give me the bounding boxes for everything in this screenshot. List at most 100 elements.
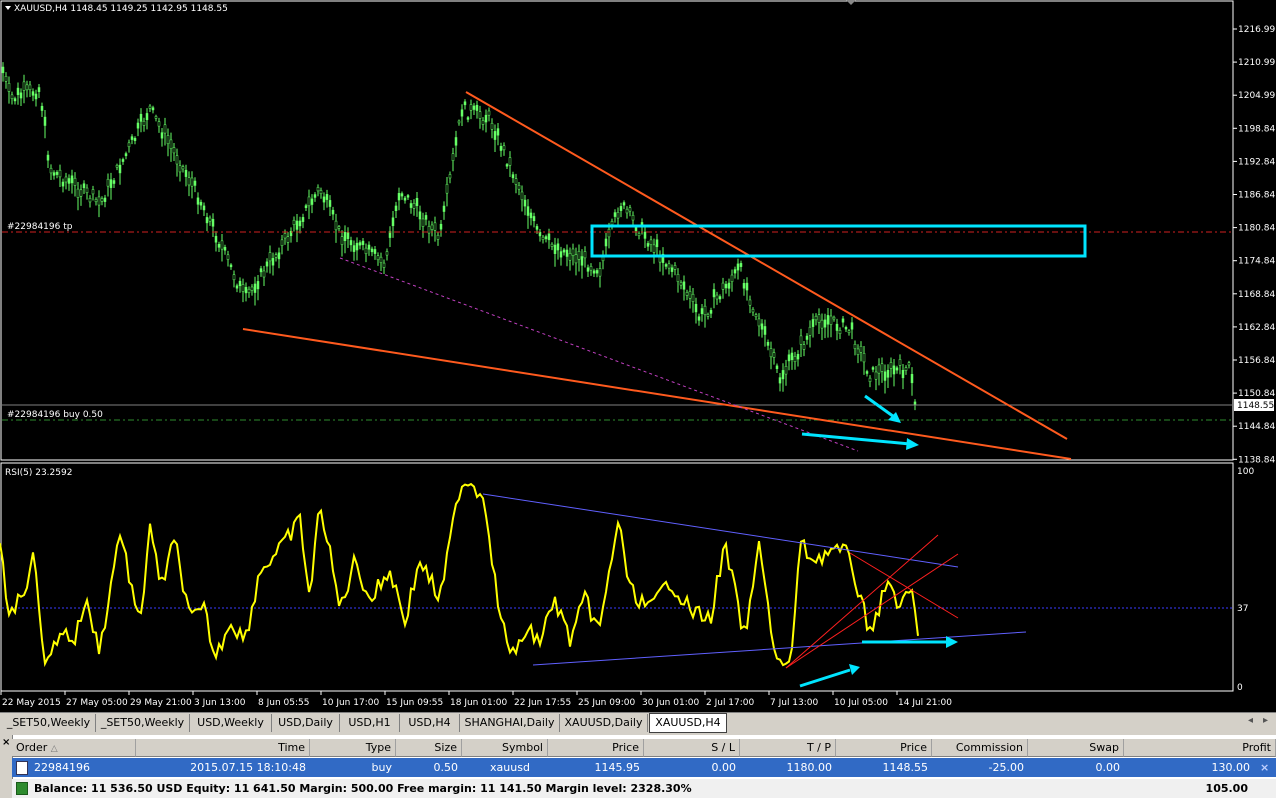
candlesticks <box>1 62 917 411</box>
price-tick-label: 1150.84 <box>1238 389 1275 399</box>
chart-window[interactable]: XAUUSD,H4 1148.45 1149.25 1142.95 1148.5… <box>0 0 1276 712</box>
col-order-label: Order <box>16 741 48 754</box>
lower-trendline[interactable] <box>242 328 1072 460</box>
time-tick-label: 7 Jul 13:00 <box>770 698 819 708</box>
time-tick-label: 15 Jun 09:55 <box>386 698 443 708</box>
price-tick-label: 1180.84 <box>1238 224 1275 234</box>
time-tick-label: 14 Jul 21:00 <box>898 698 952 708</box>
cell-profit: 130.00 <box>1211 761 1251 774</box>
cell-time: 2015.07.15 18:10:48 <box>190 761 306 774</box>
time-tick-label: 10 Jun 17:00 <box>322 698 379 708</box>
balance-icon <box>16 782 28 795</box>
col-profit[interactable]: Profit <box>1124 739 1276 757</box>
close-icon[interactable]: × <box>2 737 10 748</box>
cell-type: buy <box>371 761 392 774</box>
rsi-upper-trendline[interactable] <box>482 493 959 568</box>
price-tick-label: 1198.84 <box>1238 124 1275 134</box>
time-tick-label: 10 Jul 05:00 <box>834 698 888 708</box>
tab-shanghai-daily[interactable]: SHANGHAI,Daily <box>460 714 560 732</box>
rsi-panel-border <box>0 462 1234 692</box>
rsi-label: RSI(5) 23.2592 <box>5 468 72 478</box>
col-swap[interactable]: Swap <box>1028 739 1124 757</box>
chart-tabs: _SET50,Weekly _SET50,Weekly USD,Weekly U… <box>0 712 1276 733</box>
cell-swap: 0.00 <box>1095 761 1121 774</box>
symbol-menu-icon[interactable] <box>5 6 11 10</box>
arrow-down-icon <box>864 394 901 423</box>
col-price[interactable]: Price <box>548 739 644 757</box>
time-tick-label: 3 Jun 13:00 <box>194 698 246 708</box>
arrow-right-icon <box>801 432 919 450</box>
rsi-line <box>0 482 919 668</box>
col-time[interactable]: Time <box>136 739 310 757</box>
tab-usd-daily[interactable]: USD,Daily <box>272 714 340 732</box>
tp-label: #22984196 tp <box>7 222 73 232</box>
time-axis: 22 May 2015 27 May 05:00 29 May 21:00 3 Jun… <box>0 691 952 708</box>
tab-set50-weekly-2[interactable]: _SET50,Weekly <box>96 714 190 732</box>
col-tp[interactable]: T / P <box>740 739 836 757</box>
sort-icon: △ <box>50 744 58 754</box>
rsi-arrow-up-icon <box>799 664 860 688</box>
scroll-marker-icon[interactable] <box>846 0 856 5</box>
col-commission[interactable]: Commission <box>932 739 1028 757</box>
time-tick-label: 22 Jun 17:55 <box>514 698 571 708</box>
cell-tp: 1180.00 <box>786 761 833 774</box>
time-tick-label: 27 May 05:00 <box>66 698 128 708</box>
price-tick-label: 1138.84 <box>1238 455 1275 465</box>
time-tick-label: 29 May 21:00 <box>130 698 192 708</box>
upper-trendline[interactable] <box>465 91 1068 440</box>
tab-usd-weekly[interactable]: USD,Weekly <box>190 714 272 732</box>
price-tick-label: 1144.84 <box>1238 422 1275 432</box>
cell-symbol: xauusd <box>490 761 530 774</box>
cell-order: 22984196 <box>34 761 90 774</box>
order-doc-icon <box>16 761 28 775</box>
close-order-icon[interactable]: × <box>1256 758 1274 777</box>
tab-usd-h1[interactable]: USD,H1 <box>340 714 400 732</box>
cell-size: 0.50 <box>433 761 459 774</box>
price-tick-label: 1174.84 <box>1238 257 1275 267</box>
chart-header: XAUUSD,H4 1148.45 1149.25 1142.95 1148.5… <box>14 4 228 14</box>
tab-usd-h4[interactable]: USD,H4 <box>400 714 460 732</box>
balance-text: Balance: 11 536.50 USD Equity: 11 641.50… <box>34 782 692 795</box>
time-tick-label: 8 Jun 05:55 <box>258 698 309 708</box>
col-type[interactable]: Type <box>310 739 396 757</box>
col-size[interactable]: Size <box>396 739 462 757</box>
tab-xauusd-h4[interactable]: XAUUSD,H4 <box>649 713 727 733</box>
time-tick-label: 30 Jun 01:00 <box>642 698 699 708</box>
price-tick-label: 1156.84 <box>1238 356 1275 366</box>
tab-scroll-left-icon[interactable]: ◂ <box>1248 715 1253 726</box>
rsi-axis-0: 0 <box>1237 683 1243 693</box>
rsi-axis-100: 100 <box>1237 467 1254 477</box>
resistance-zone[interactable] <box>590 224 1087 258</box>
rsi-axis-37: 37 <box>1237 604 1248 614</box>
tab-set50-weekly-1[interactable]: _SET50,Weekly <box>2 714 96 732</box>
price-tick-label: 1186.84 <box>1238 191 1275 201</box>
cell-sl: 0.00 <box>711 761 737 774</box>
fan-lines[interactable] <box>785 534 959 669</box>
time-tick-label: 2 Jul 17:00 <box>706 698 755 708</box>
terminal-panel: × Order △ Time Type Size Symbol Price S … <box>0 735 1276 798</box>
col-symbol[interactable]: Symbol <box>462 739 548 757</box>
dotted-trendline[interactable] <box>339 257 859 452</box>
time-tick-label: 22 May 2015 <box>2 698 61 708</box>
tab-xauusd-daily[interactable]: XAUUSD,Daily <box>560 714 648 732</box>
price-tick-label: 1192.84 <box>1238 157 1275 167</box>
tab-scroll-right-icon[interactable]: ▸ <box>1263 715 1268 726</box>
col-cur-price[interactable]: Price <box>836 739 932 757</box>
cell-price: 1145.95 <box>594 761 641 774</box>
price-tick-label: 1204.99 <box>1238 91 1275 101</box>
price-tick-label: 1216.99 <box>1238 25 1275 35</box>
current-price-label: 1148.55 <box>1237 401 1274 411</box>
price-tick-label: 1168.84 <box>1238 290 1275 300</box>
main-panel-border <box>0 0 1234 461</box>
order-label: #22984196 buy 0.50 <box>7 410 103 420</box>
col-sl[interactable]: S / L <box>644 739 740 757</box>
time-tick-label: 18 Jun 01:00 <box>450 698 507 708</box>
balance-row: Balance: 11 536.50 USD Equity: 11 641.50… <box>12 779 1276 798</box>
col-order[interactable]: Order △ <box>12 739 136 757</box>
price-tick-label: 1162.84 <box>1238 323 1275 333</box>
balance-profit: 105.00 <box>1205 782 1248 795</box>
price-chart[interactable]: XAUUSD,H4 1148.45 1149.25 1142.95 1148.5… <box>0 0 1276 712</box>
price-tick-label: 1210.99 <box>1238 58 1275 68</box>
cell-cur-price: 1148.55 <box>882 761 929 774</box>
cell-commission: -25.00 <box>988 761 1024 774</box>
